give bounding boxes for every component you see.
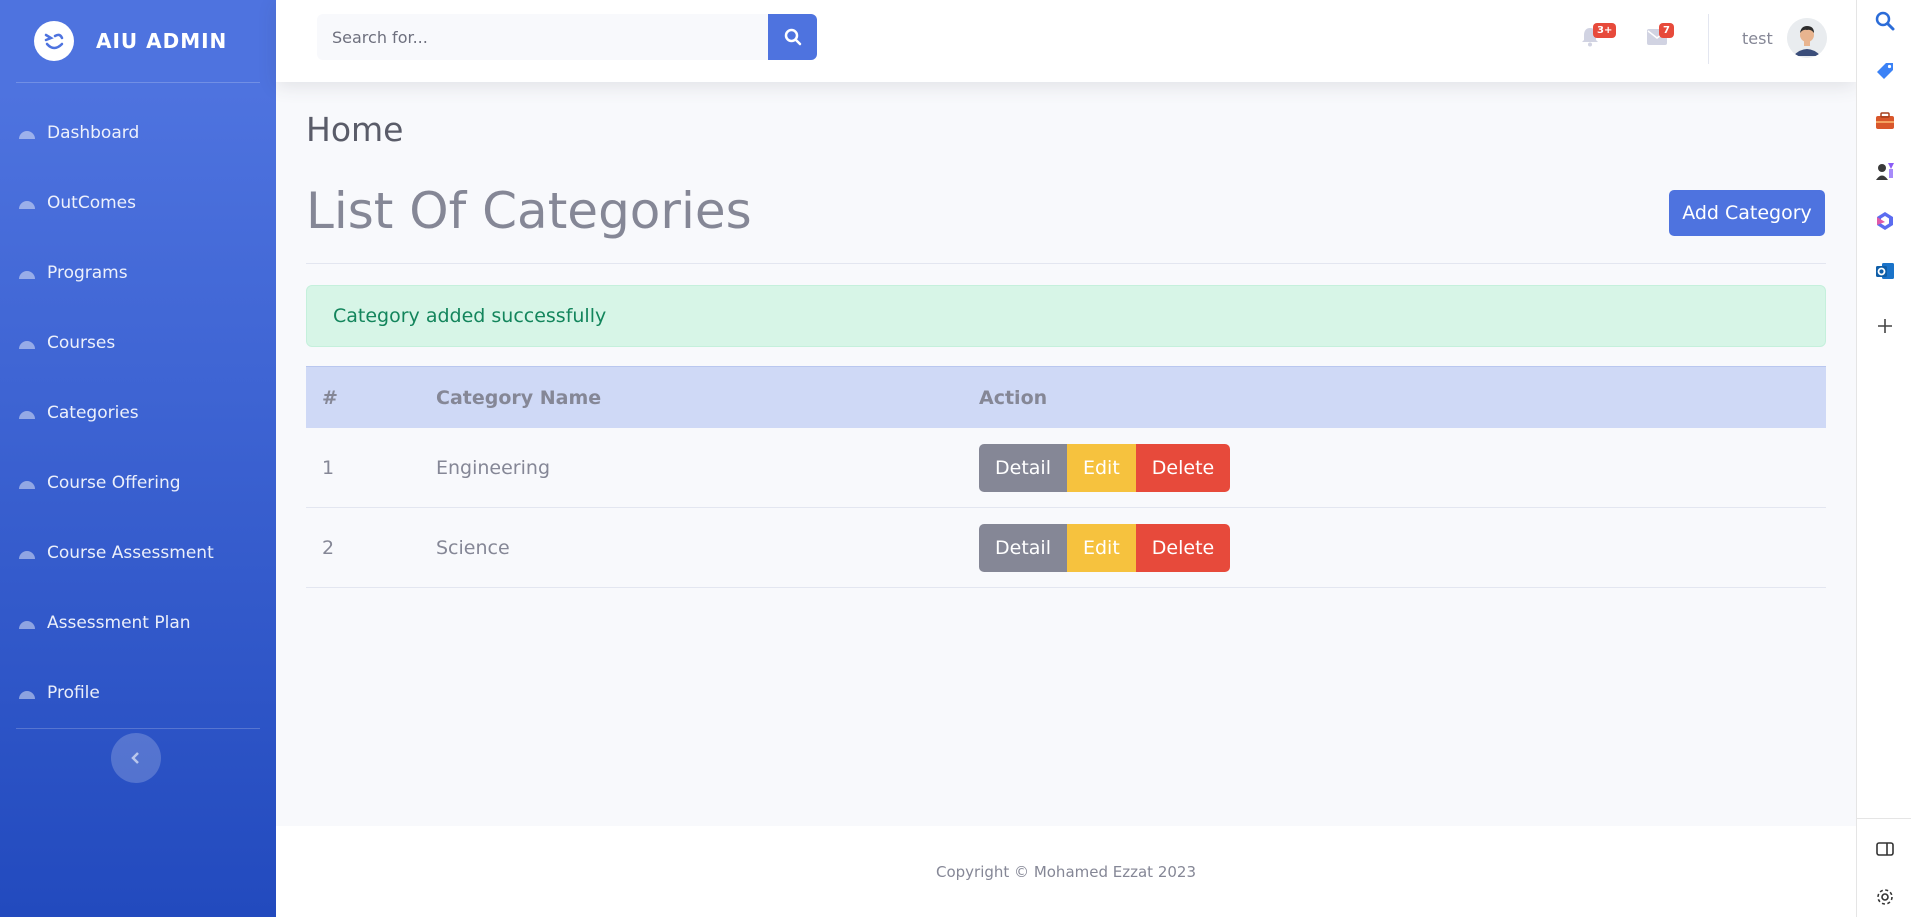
brand-logo-icon [34, 21, 74, 61]
sidebar-item-course-offering[interactable]: Course Offering [0, 448, 276, 518]
sidebar-item-outcomes[interactable]: OutComes [0, 168, 276, 238]
search-icon [784, 28, 801, 46]
copyright-text: Copyright © Mohamed Ezzat 2023 [935, 862, 1197, 881]
tachometer-icon [19, 201, 35, 209]
column-header-action: Action [979, 386, 1048, 409]
copilot-icon[interactable] [1874, 210, 1896, 232]
brand-name: AIU ADMIN [96, 29, 228, 53]
add-category-button[interactable]: Add Category [1669, 190, 1825, 236]
search-form [317, 14, 817, 60]
avatar [1786, 18, 1827, 58]
sidebar-item-label: Categories [47, 403, 139, 423]
briefcase-icon[interactable] [1874, 110, 1896, 132]
sidebar-toggle-button[interactable] [111, 733, 161, 783]
tachometer-icon [19, 481, 35, 489]
delete-button[interactable]: Delete [1135, 523, 1231, 572]
search-input[interactable] [317, 14, 768, 60]
tachometer-icon [19, 411, 35, 419]
row-actions: Detail Edit Delete [979, 443, 1826, 492]
row-number: 1 [322, 456, 335, 479]
categories-table: # Category Name Action 1 Engineering Det… [306, 366, 1826, 588]
sidebar: AIU ADMIN Dashboard OutComes Programs Co… [0, 0, 276, 917]
category-name: Engineering [436, 456, 550, 479]
sidebar-item-courses[interactable]: Courses [0, 308, 276, 378]
sidebar-item-label: Course Assessment [47, 543, 214, 563]
browser-sidebar-divider [1857, 818, 1911, 819]
sidebar-panel-icon[interactable] [1874, 838, 1896, 860]
tag-icon[interactable] [1874, 60, 1896, 82]
outlook-icon[interactable] [1874, 260, 1896, 282]
messages-dropdown[interactable]: 7 [1647, 23, 1674, 49]
table-header: # Category Name Action [306, 366, 1826, 428]
tachometer-icon [19, 551, 35, 559]
sidebar-item-course-assessment[interactable]: Course Assessment [0, 518, 276, 588]
chevron-left-icon [131, 752, 139, 764]
games-icon[interactable] [1874, 160, 1896, 182]
detail-button[interactable]: Detail [979, 443, 1067, 492]
sidebar-item-label: Assessment Plan [47, 613, 191, 633]
footer: Copyright © Mohamed Ezzat 2023 [276, 826, 1856, 917]
success-alert: Category added successfully [306, 285, 1826, 347]
search-icon[interactable] [1874, 10, 1896, 32]
alerts-dropdown[interactable]: 3+ [1581, 23, 1617, 49]
delete-button[interactable]: Delete [1135, 443, 1231, 492]
row-actions: Detail Edit Delete [979, 523, 1826, 572]
add-icon[interactable] [1874, 315, 1896, 337]
sidebar-item-label: Dashboard [47, 123, 140, 143]
page-heading: Home [306, 110, 404, 149]
settings-gear-icon[interactable] [1874, 886, 1896, 908]
tachometer-icon [19, 271, 35, 279]
tachometer-icon [19, 341, 35, 349]
sidebar-item-label: OutComes [47, 193, 136, 213]
topbar: 3+ 7 test [276, 0, 1856, 82]
edit-button[interactable]: Edit [1066, 443, 1136, 492]
detail-button[interactable]: Detail [979, 523, 1067, 572]
sidebar-item-label: Course Offering [47, 473, 181, 493]
sidebar-item-label: Profile [47, 683, 100, 703]
username: test [1742, 28, 1773, 48]
messages-badge: 7 [1659, 23, 1674, 38]
column-header-number: # [322, 386, 338, 409]
category-name: Science [436, 536, 510, 559]
page-title: List Of Categories [306, 182, 752, 240]
alerts-badge: 3+ [1593, 23, 1617, 38]
sidebar-item-label: Programs [47, 263, 128, 283]
tachometer-icon [19, 691, 35, 699]
row-number: 2 [322, 536, 335, 559]
sidebar-item-assessment-plan[interactable]: Assessment Plan [0, 588, 276, 658]
table-row: 1 Engineering Detail Edit Delete [306, 428, 1826, 508]
sidebar-item-label: Courses [47, 333, 116, 353]
browser-sidebar [1856, 0, 1911, 917]
alert-message: Category added successfully [333, 305, 607, 327]
sidebar-item-profile[interactable]: Profile [0, 658, 276, 728]
tachometer-icon [19, 131, 35, 139]
search-button[interactable] [768, 14, 817, 60]
sidebar-item-dashboard[interactable]: Dashboard [0, 98, 276, 168]
sidebar-item-categories[interactable]: Categories [0, 378, 276, 448]
column-header-name: Category Name [436, 386, 602, 409]
tachometer-icon [19, 621, 35, 629]
edit-button[interactable]: Edit [1066, 523, 1136, 572]
title-divider [306, 263, 1826, 264]
brand[interactable]: AIU ADMIN [0, 0, 276, 82]
sidebar-item-programs[interactable]: Programs [0, 238, 276, 308]
topbar-divider [1708, 14, 1709, 64]
sidebar-divider [16, 728, 260, 729]
user-dropdown[interactable]: test [1742, 18, 1827, 58]
table-row: 2 Science Detail Edit Delete [306, 508, 1826, 588]
